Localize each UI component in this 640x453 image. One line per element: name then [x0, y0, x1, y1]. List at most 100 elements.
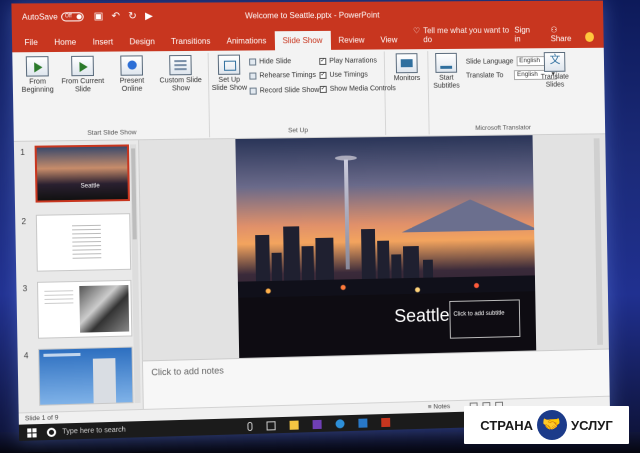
record-label: Record Slide Show	[259, 86, 320, 95]
tab-review[interactable]: Review	[330, 36, 372, 50]
checkbox-checked-icon: ✓	[319, 57, 327, 65]
present-online-button[interactable]: Present Online	[109, 55, 155, 94]
slide-language-label: Slide Language	[465, 57, 514, 66]
thumbnail-header	[43, 352, 81, 357]
hide-slide-button[interactable]: Hide Slide	[249, 58, 292, 66]
autosave-label: AutoSave	[21, 11, 58, 22]
taskbar-apps	[247, 417, 391, 431]
thumbnail-building	[92, 358, 117, 404]
slide-thumbnail-3[interactable]	[36, 279, 133, 339]
tab-view[interactable]: View	[372, 35, 405, 49]
sign-in-link[interactable]: Sign in	[514, 25, 551, 48]
share-button[interactable]: ⚇ Share	[550, 25, 584, 48]
autosave-toggle[interactable]: Off	[60, 11, 84, 21]
feedback-smiley-icon[interactable]	[584, 32, 594, 42]
powerpoint-icon[interactable]	[381, 417, 391, 427]
edge-browser-icon[interactable]	[335, 418, 345, 428]
tab-transitions[interactable]: Transitions	[163, 37, 219, 52]
rehearse-timings-button[interactable]: Rehearse Timings	[249, 72, 316, 80]
tab-insert[interactable]: Insert	[84, 37, 121, 51]
play-narrations-checkbox[interactable]: ✓ Play Narrations	[319, 57, 377, 65]
strana-uslug-watermark: СТРАНА УСЛУГ	[464, 406, 629, 444]
hide-slide-icon	[249, 58, 257, 66]
notes-toggle-button[interactable]: ≡ Notes	[428, 403, 450, 411]
task-view-icon[interactable]	[266, 420, 276, 431]
save-icon[interactable]: ▣	[94, 11, 104, 22]
hide-slide-label: Hide Slide	[259, 58, 292, 66]
group-label-setup: Set Up	[287, 127, 308, 135]
from-current-slide-button[interactable]: From Current Slide	[60, 55, 106, 95]
redo-icon[interactable]: ↻	[128, 10, 137, 21]
tab-home[interactable]: Home	[46, 38, 85, 52]
monitors-button[interactable]: Monitors	[385, 53, 429, 83]
powerpoint-window: AutoSave Off ▣ ↶ ↻ ▶ Welcome to Seattle.…	[11, 0, 611, 441]
use-timings-checkbox[interactable]: ✓ Use Timings	[319, 71, 368, 79]
custom-slide-show-button[interactable]: Custom Slide Show	[158, 54, 203, 94]
share-label: Share	[550, 34, 572, 44]
set-up-label: Set Up Slide Show	[211, 76, 248, 93]
present-online-icon	[120, 55, 144, 76]
start-subtitles-button[interactable]: Start Subtitles	[428, 52, 464, 91]
thumbnail-text-lines	[72, 224, 102, 260]
thumbnail-number: 3	[22, 284, 28, 294]
slide-thumbnail-2[interactable]	[35, 213, 132, 272]
translate-slides-button[interactable]: Translate Slides	[536, 51, 574, 90]
subtitles-icon	[435, 52, 458, 73]
rehearse-icon	[249, 72, 257, 80]
badge-text-left: СТРАНА	[480, 417, 533, 433]
notes-placeholder: Click to add notes	[151, 365, 224, 378]
autosave[interactable]: AutoSave Off	[21, 11, 84, 22]
tell-me-box[interactable]: ♡ Tell me what you want to do	[413, 26, 515, 50]
play-current-icon	[71, 55, 95, 77]
lightbulb-icon: ♡	[413, 26, 421, 36]
editor-scrollbar[interactable]	[593, 138, 604, 345]
tab-file[interactable]: File	[12, 38, 46, 52]
custom-show-label: Custom Slide Show	[159, 77, 202, 93]
slide-counter: Slide 1 of 9	[24, 414, 59, 423]
group-label-translator: Microsoft Translator	[475, 124, 532, 132]
checkbox-checked-icon: ✓	[319, 71, 327, 79]
slide-title[interactable]: Seattle	[394, 305, 450, 327]
slide-thumbnail-4[interactable]	[38, 346, 134, 406]
translate-to-label: Translate To	[465, 71, 504, 80]
translate-slides-label: Translate Slides	[540, 73, 569, 89]
monitor-icon	[395, 53, 418, 74]
audience-silhouettes	[0, 431, 460, 453]
rehearse-label: Rehearse Timings	[259, 71, 317, 80]
group-start-slide-show: From Beginning From Current Slide Presen…	[12, 52, 211, 140]
group-microsoft-translator: Start Subtitles Slide Language English T…	[428, 50, 576, 135]
handshake-icon	[536, 410, 567, 440]
subtitle-placeholder[interactable]: Click to add subtitle	[449, 299, 521, 339]
monitors-label: Monitors	[393, 75, 421, 83]
slide-thumbnail-1[interactable]: Seattle	[34, 144, 130, 203]
slide-thumbnail-pane: 1 Seattle 2 3 4	[13, 140, 144, 413]
play-narrations-label: Play Narrations	[329, 57, 377, 65]
slide-editor: Seattle Click to add subtitle Click to a…	[139, 134, 610, 409]
start-from-beginning-icon[interactable]: ▶	[145, 10, 153, 21]
from-beginning-button[interactable]: From Beginning	[14, 56, 60, 95]
current-slide[interactable]: Seattle Click to add subtitle	[235, 135, 537, 358]
group-set-up: Set Up Slide Show Hide Slide Rehearse Ti…	[208, 51, 396, 138]
record-slide-show-button[interactable]: Record Slide Show ▾	[249, 86, 326, 95]
set-up-slide-show-button[interactable]: Set Up Slide Show	[211, 54, 248, 94]
thumbnail-number: 4	[23, 351, 29, 361]
thumbnail-title: Seattle	[80, 183, 100, 190]
ribbon: From Beginning From Current Slide Presen…	[12, 47, 606, 142]
undo-icon[interactable]: ↶	[111, 11, 120, 22]
record-icon	[249, 87, 257, 95]
thumbnail-photo	[79, 284, 130, 333]
scrollbar-thumb[interactable]	[131, 148, 137, 240]
file-explorer-icon[interactable]	[289, 420, 299, 430]
custom-show-icon	[169, 54, 192, 76]
tab-design[interactable]: Design	[121, 37, 163, 51]
group-monitors: Monitors	[384, 51, 430, 136]
store-icon[interactable]	[358, 418, 368, 428]
tab-animations[interactable]: Animations	[218, 36, 274, 50]
visual-studio-icon[interactable]	[312, 419, 322, 429]
badge-text-right: УСЛУГ	[570, 417, 613, 433]
use-timings-label: Use Timings	[329, 71, 368, 79]
tab-slide-show[interactable]: Slide Show	[274, 30, 331, 51]
tell-me-text: Tell me what you want to do	[423, 25, 510, 45]
microphone-icon[interactable]	[247, 421, 253, 431]
thumbnail-text-lines	[44, 290, 74, 306]
